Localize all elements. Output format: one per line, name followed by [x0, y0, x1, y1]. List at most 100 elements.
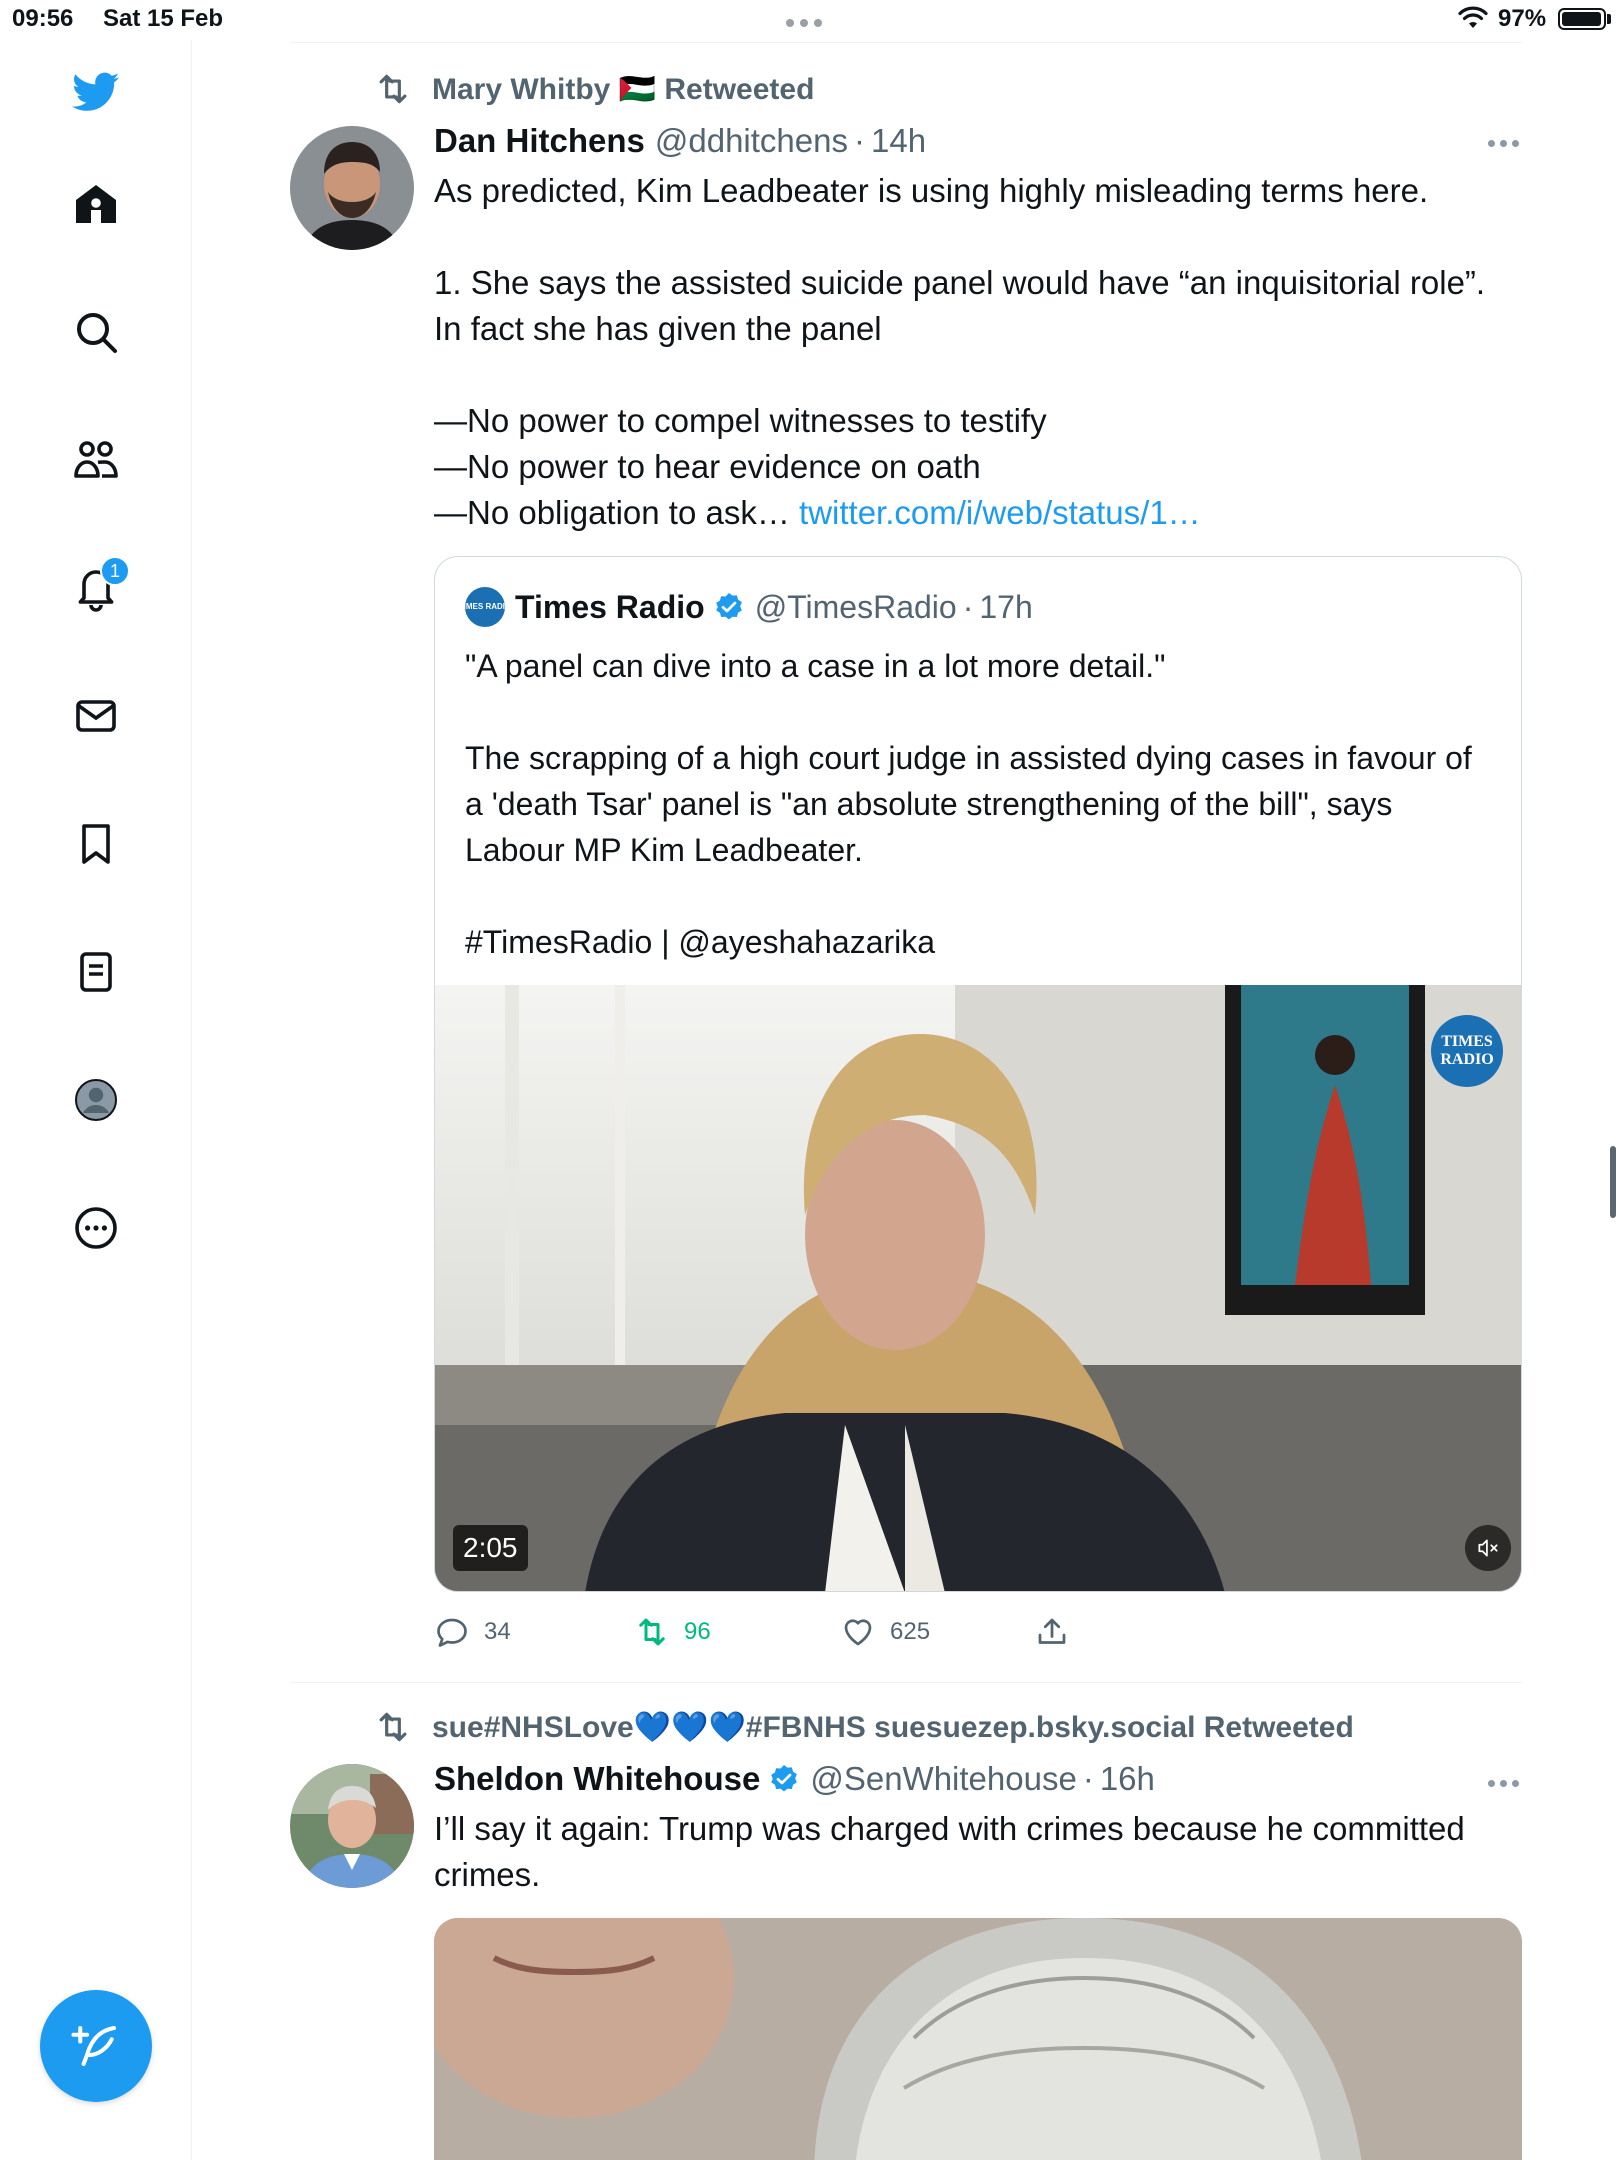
nav-home[interactable]	[62, 170, 130, 238]
retweeted-by-line[interactable]: sue#NHSLove💙💙💙#FBNHS suesuezep.bsky.soci…	[374, 1708, 1354, 1746]
status-date: Sat 15 Feb	[103, 5, 224, 32]
video-player[interactable]: TIMES RADIO 2:05	[435, 985, 1521, 1591]
times-radio-watermark: TIMES RADIO	[1431, 1015, 1503, 1087]
like-button[interactable]: 625	[840, 1614, 930, 1650]
tweet-media-image[interactable]	[434, 1918, 1522, 2160]
lists-icon	[80, 952, 112, 992]
speaker-muted-icon	[1478, 1539, 1498, 1557]
multitasking-dots-icon[interactable]	[786, 14, 834, 27]
scrollbar[interactable]	[1610, 1146, 1616, 1218]
tweet-text: I’ll say it again: Trump was charged wit…	[434, 1806, 1514, 1898]
like-count: 625	[890, 1618, 931, 1645]
verified-badge-icon	[715, 593, 742, 620]
media-image-content	[434, 1918, 1522, 2160]
tweet-text-line	[434, 214, 1514, 260]
notification-badge: 1	[100, 556, 130, 586]
reply-button[interactable]: 34	[434, 1614, 511, 1650]
tweet-text-line	[434, 352, 1514, 398]
quote-author-name: Times Radio	[515, 588, 705, 625]
retweeted-by-text: sue#NHSLove💙💙💙#FBNHS suesuezep.bsky.soci…	[432, 1710, 1354, 1744]
retweet-count: 96	[684, 1618, 711, 1645]
avatar-dan-hitchens[interactable]	[290, 126, 414, 250]
tweet-actions: 34 96 625	[434, 1614, 1134, 1656]
separator-dot: ·	[1082, 1760, 1094, 1797]
mail-icon	[76, 700, 116, 732]
nav-communities[interactable]	[62, 426, 130, 494]
quote-header: TIMES RADIO Times Radio @TimesRadio · 17…	[459, 587, 1033, 627]
separator-dot: ·	[854, 122, 865, 159]
separator-dot: ·	[962, 588, 974, 625]
quote-timestamp: 17h	[979, 588, 1033, 625]
video-duration: 2:05	[453, 1525, 528, 1571]
share-icon	[1038, 1618, 1066, 1644]
tweet-text: As predicted, Kim Leadbeater is using hi…	[434, 168, 1514, 536]
heart-icon	[844, 1619, 872, 1646]
retweet-button[interactable]: 96	[634, 1614, 711, 1650]
nav-messages[interactable]	[62, 682, 130, 750]
nav-notifications[interactable]: 1	[62, 554, 130, 622]
quote-avatar-times-radio[interactable]: TIMES RADIO	[459, 587, 511, 627]
status-bar: 09:56 Sat 15 Feb 97%	[0, 0, 1620, 40]
verified-badge-icon	[771, 1765, 798, 1792]
battery-icon	[1558, 8, 1606, 30]
show-more-link[interactable]: twitter.com/i/web/status/1…	[799, 494, 1201, 531]
battery-tip	[1607, 14, 1611, 24]
compose-tweet-button[interactable]	[40, 1990, 152, 2102]
share-button[interactable]	[1034, 1614, 1084, 1650]
nav-profile[interactable]	[62, 1066, 130, 1134]
retweeted-by-text: Mary Whitby 🇵🇸 Retweeted	[432, 72, 815, 106]
tweet-text-line: —No power to compel witnesses to testify	[434, 402, 1047, 439]
twitter-bird-icon[interactable]	[62, 58, 130, 126]
quote-text-line: "A panel can dive into a case in a lot m…	[465, 648, 1166, 684]
tweet-text-line: 1. She says the assisted suicide panel w…	[434, 264, 1486, 347]
tweet-text-line: —No power to hear evidence on oath	[434, 448, 981, 485]
sidebar: 1	[0, 40, 192, 2160]
quote-text-line	[465, 689, 1495, 735]
nav-lists[interactable]	[62, 938, 130, 1006]
quote-text: "A panel can dive into a case in a lot m…	[465, 643, 1495, 965]
tweet-text-line: As predicted, Kim Leadbeater is using hi…	[434, 172, 1429, 209]
communities-icon	[74, 441, 118, 478]
avatar-sheldon-whitehouse[interactable]	[290, 1764, 414, 1888]
retweet-icon	[639, 1618, 665, 1646]
wifi-icon	[1458, 6, 1488, 28]
tweet-divider	[290, 1682, 1522, 1683]
feed-top-divider	[290, 42, 1522, 43]
author-name[interactable]: Dan Hitchens	[434, 122, 645, 160]
compose-feather-icon	[71, 2025, 117, 2067]
home-icon	[76, 185, 116, 223]
quote-text-line: The scrapping of a high court judge in a…	[465, 740, 1472, 868]
more-circle-icon	[75, 1207, 117, 1249]
quote-text-line	[465, 873, 1495, 919]
battery-percent: 97%	[1498, 5, 1547, 32]
tweet-text-line: —No obligation to ask… twitter.com/i/web…	[434, 490, 1514, 536]
nav-explore[interactable]	[62, 298, 130, 366]
tweet-more-icon[interactable]	[1488, 1780, 1522, 1788]
tweet-text-line: I’ll say it again: Trump was charged wit…	[434, 1810, 1465, 1893]
author-name[interactable]: Sheldon Whitehouse	[434, 1760, 760, 1798]
tweet-header: Sheldon Whitehouse @SenWhitehouse · 16h	[434, 1760, 1155, 1798]
tweet-timestamp[interactable]: 16h	[1100, 1760, 1155, 1798]
status-time: 09:56	[12, 5, 74, 32]
quoted-tweet-card[interactable]: TIMES RADIO Times Radio @TimesRadio · 17…	[434, 556, 1522, 1592]
retweeted-by-line[interactable]: Mary Whitby 🇵🇸 Retweeted	[374, 70, 814, 108]
tweet-header: Dan Hitchens @ddhitchens · 14h	[434, 122, 926, 160]
retweet-icon	[379, 74, 407, 104]
nav-bookmarks[interactable]	[62, 810, 130, 878]
tweet-timestamp[interactable]: 14h	[871, 122, 926, 160]
author-handle[interactable]: @SenWhitehouse	[810, 1760, 1076, 1798]
search-icon	[77, 313, 117, 353]
profile-avatar-icon	[75, 1079, 117, 1121]
bookmark-icon	[82, 824, 110, 864]
retweet-icon	[379, 1712, 407, 1742]
reply-icon	[437, 1618, 467, 1647]
quote-text-line: #TimesRadio | @ayeshahazarika	[465, 924, 936, 960]
video-frame	[435, 985, 1521, 1591]
mute-toggle-button[interactable]	[1465, 1525, 1511, 1571]
reply-count: 34	[484, 1618, 511, 1645]
author-handle[interactable]: @ddhitchens	[655, 122, 848, 160]
tweet-text-truncated: —No obligation to ask…	[434, 494, 790, 531]
quote-author-handle: @TimesRadio	[754, 588, 957, 625]
nav-more[interactable]	[62, 1194, 130, 1262]
tweet-more-icon[interactable]	[1488, 140, 1522, 148]
